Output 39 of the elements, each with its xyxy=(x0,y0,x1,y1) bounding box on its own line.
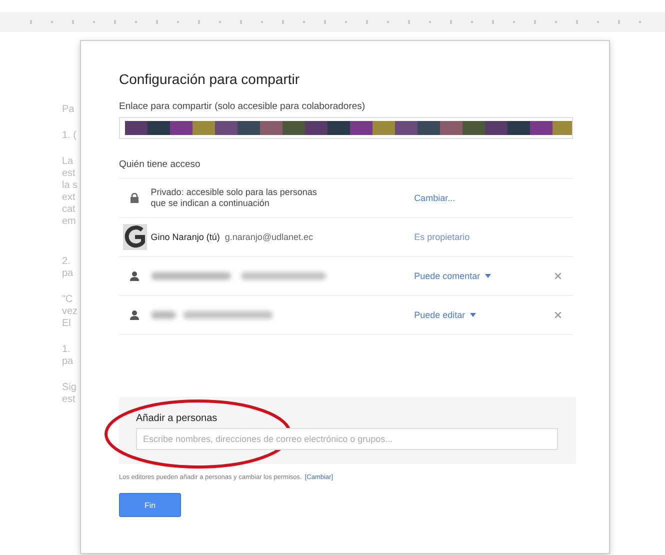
close-icon xyxy=(555,273,562,279)
document-text: Pa xyxy=(62,104,76,116)
document-text: cat xyxy=(62,204,76,216)
document-text: La xyxy=(62,156,74,168)
document-text: El xyxy=(62,318,72,330)
dialog-title: Configuración para compartir xyxy=(119,71,301,87)
section-heading: Quién tiene acceso xyxy=(119,159,573,179)
document-text: "C xyxy=(62,294,74,306)
close-icon xyxy=(555,312,562,318)
document-text: est xyxy=(62,394,76,406)
document-text: 1. xyxy=(62,344,72,356)
document-text: est xyxy=(62,168,76,180)
document-text: 1. ( xyxy=(62,130,78,142)
add-people-label: Añadir a personas xyxy=(136,413,218,424)
person-name: Gino Naranjo (tú) xyxy=(150,232,220,242)
person-icon xyxy=(130,271,140,281)
permission-link[interactable]: Puede comentar xyxy=(414,271,544,281)
document-text: Sig xyxy=(62,382,78,394)
add-people-field[interactable]: Escribe nombres, direcciones de correo electrónico o grupos... xyxy=(136,428,558,450)
document-text: pa xyxy=(62,268,74,280)
owner-label: Es propietario xyxy=(414,232,471,242)
visibility-text: Privado: accesible solo para las personas que se indican a continuación xyxy=(150,187,318,209)
document-text: pa xyxy=(62,356,74,368)
person-icon xyxy=(130,310,140,320)
remove-button[interactable] xyxy=(553,271,564,281)
document-text: vez xyxy=(62,306,79,318)
document-text: em xyxy=(62,216,77,228)
avatar-logo-icon xyxy=(122,224,147,250)
permission-link[interactable]: Puede editar xyxy=(414,310,544,320)
document-text: la s xyxy=(62,180,79,192)
link-label: Enlace para compartir (solo accesible para colaboradores) xyxy=(119,101,366,112)
document-text: 2. xyxy=(62,256,72,268)
remove-button[interactable] xyxy=(553,310,564,320)
link-field[interactable] xyxy=(119,117,573,139)
permission-link[interactable]: Cambiar... xyxy=(414,193,544,203)
done-button[interactable]: Fin xyxy=(119,493,181,517)
lock-icon xyxy=(130,193,140,203)
person-email: g.naranjo@udlanet.ec xyxy=(224,232,314,242)
document-text: ext xyxy=(62,192,76,204)
